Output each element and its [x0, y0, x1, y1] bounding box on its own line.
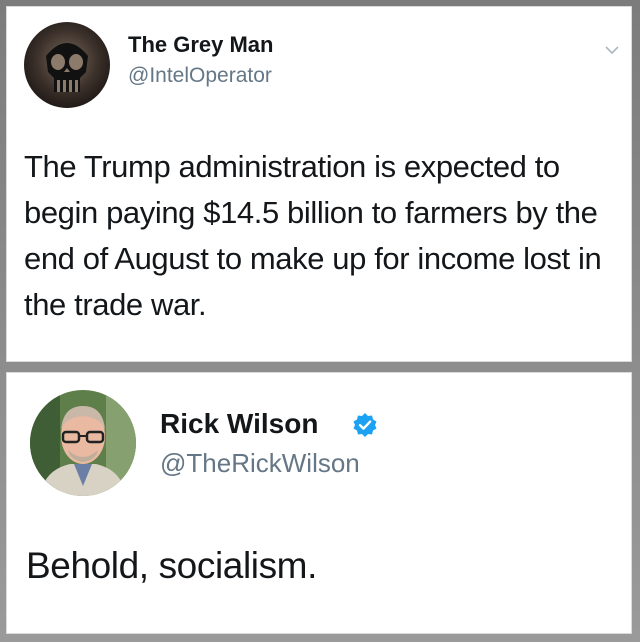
skull-emblem-icon [24, 22, 110, 108]
display-name[interactable]: The Grey Man [128, 32, 273, 58]
tweet-text: Behold, socialism. [26, 545, 317, 586]
tweet-card-grey-man[interactable]: The Grey Man @IntelOperator The Trump ad… [6, 6, 632, 362]
verified-badge-icon [353, 413, 377, 437]
avatar[interactable] [30, 390, 136, 496]
tweet-card-rick-wilson[interactable]: Rick Wilson @TheRickWilson Behold, socia… [6, 372, 632, 634]
user-handle[interactable]: @TheRickWilson [160, 448, 360, 479]
tweet-text: The Trump administration is expected to … [24, 149, 602, 322]
user-handle[interactable]: @IntelOperator [128, 64, 272, 88]
avatar[interactable] [24, 22, 110, 108]
chevron-down-icon[interactable] [604, 42, 620, 58]
display-name[interactable]: Rick Wilson [160, 408, 318, 440]
person-avatar-icon [30, 390, 136, 496]
screenshot-frame: The Grey Man @IntelOperator The Trump ad… [0, 0, 640, 642]
